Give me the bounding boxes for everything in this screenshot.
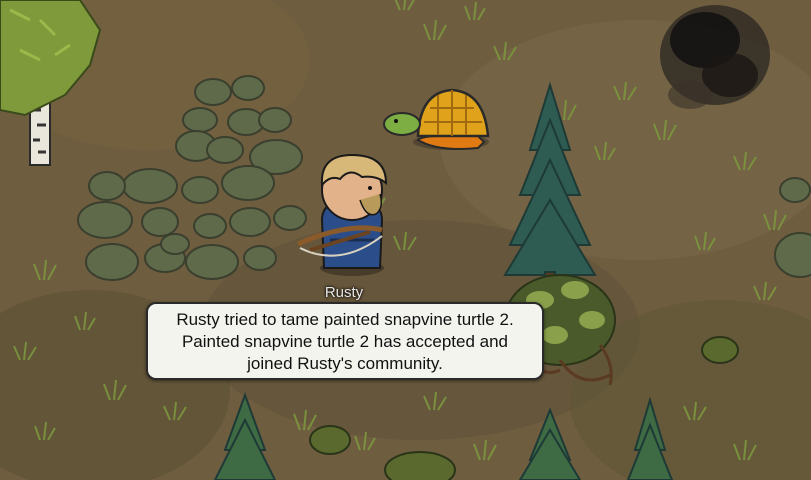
message-line: Rusty tried to tame painted snapvine tur… xyxy=(176,310,514,329)
message-line: joined Rusty's community. xyxy=(247,354,443,373)
colonist-rusty-icon[interactable] xyxy=(320,153,388,276)
message-line: Painted snapvine turtle 2 has accepted a… xyxy=(181,332,509,351)
pawn-name-label: Rusty xyxy=(324,284,364,301)
game-world-view[interactable] xyxy=(0,0,811,480)
taming-message-bubble: Rusty tried to tame painted snapvine tur… xyxy=(146,302,544,380)
